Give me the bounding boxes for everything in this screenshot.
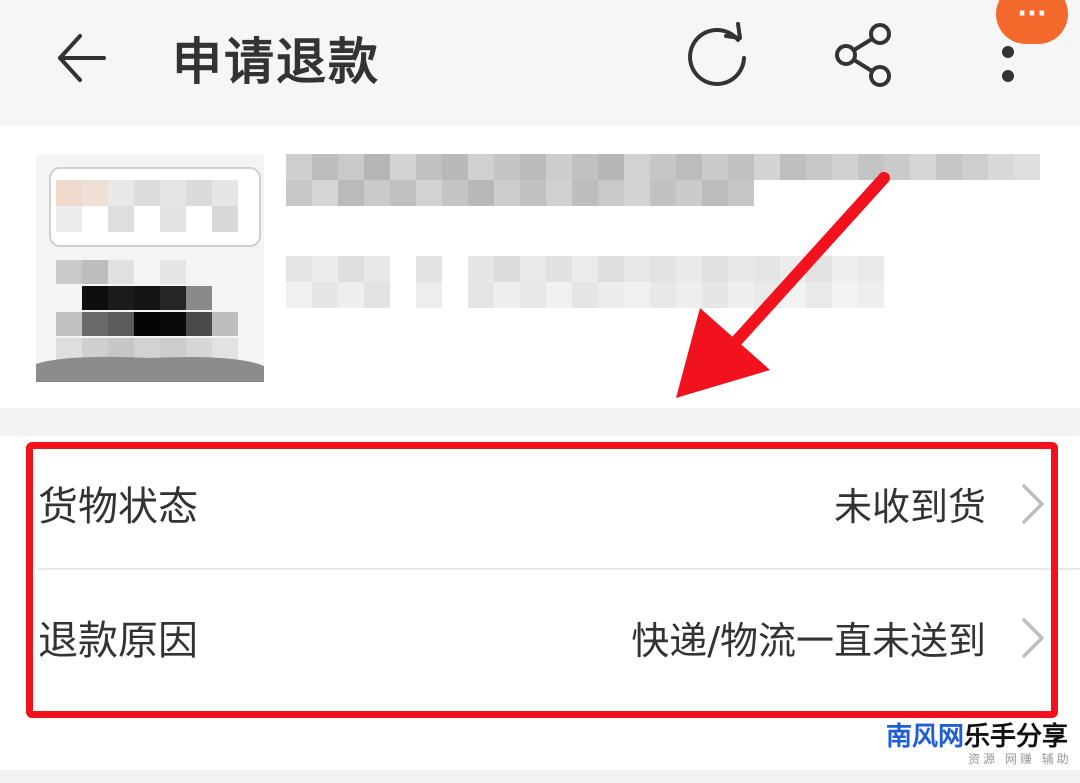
product-summary[interactable] [0, 126, 1080, 408]
more-vertical-icon [1002, 46, 1014, 58]
chevron-right-icon [1022, 618, 1044, 658]
refresh-button[interactable] [686, 22, 752, 88]
product-title-pixelated [286, 154, 1040, 238]
product-spec-pixelated [286, 256, 906, 316]
arrow-left-icon [58, 34, 106, 82]
refund-reason-label: 退款原因 [38, 618, 198, 664]
product-thumbnail [36, 154, 264, 382]
section-divider [0, 408, 1080, 436]
chevron-right-icon [1022, 484, 1044, 524]
share-icon [835, 23, 891, 87]
back-button[interactable] [52, 30, 112, 86]
more-vertical-icon [1002, 70, 1014, 82]
watermark-brand-black: 乐手分享 [964, 722, 1069, 752]
page-title: 申请退款 [172, 33, 380, 91]
refund-reason-value: 快递/物流一直未送到 [631, 619, 986, 663]
watermark-subtitle: 资源 网赚 辅助 [968, 752, 1072, 766]
watermark-logo: 南风网乐手分享 资源 网赚 辅助 [886, 716, 1080, 772]
goods-status-label: 货物状态 [38, 484, 198, 530]
app-header: 申请退款 ··· [0, 0, 1080, 126]
refresh-icon [688, 22, 746, 86]
watermark-brand-blue: 南风网 [886, 722, 965, 752]
goods-status-row[interactable]: 货物状态 未收到货 [0, 436, 1080, 570]
share-button[interactable] [832, 22, 896, 88]
refund-form-list: 货物状态 未收到货 退款原因 快递/物流一直未送到 [0, 436, 1080, 714]
floating-more-button[interactable]: ··· [996, 0, 1068, 44]
goods-status-value: 未收到货 [833, 485, 986, 529]
refund-reason-row[interactable]: 退款原因 快递/物流一直未送到 [0, 570, 1080, 704]
